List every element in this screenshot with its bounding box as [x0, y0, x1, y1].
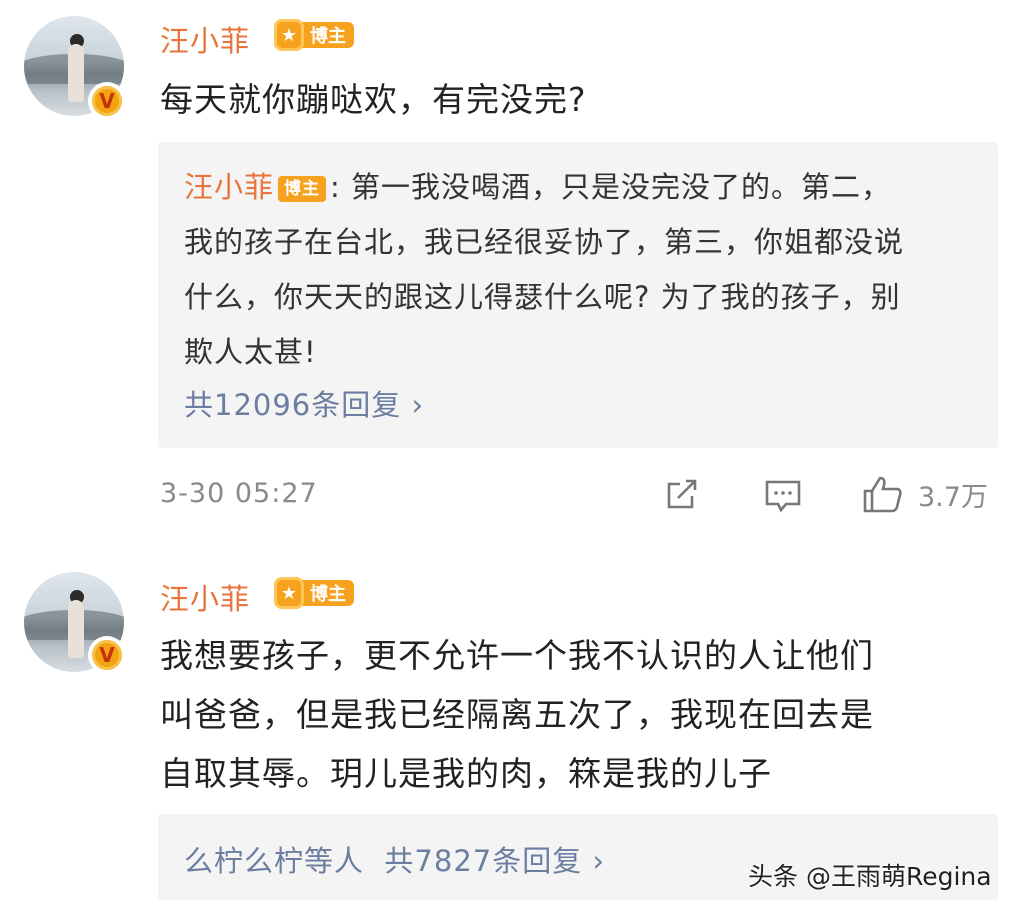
verified-mark: V [92, 640, 122, 670]
comment-line-3: 自取其辱。玥儿是我的肉，箖是我的儿子 [160, 754, 772, 793]
comment-line-1: 我想要孩子，更不允许一个我不认识的人让他们 [160, 636, 874, 675]
verified-badge-icon: V [88, 82, 126, 120]
reply-box[interactable]: 汪小菲 博主: 第一我没喝酒，只是没完没了的。第二， 我的孩子在台北，我已经很妥协… [158, 142, 998, 448]
verified-mark: V [92, 86, 122, 116]
reply-line-1: 第一我没喝酒，只是没完没了的。第二， [351, 170, 892, 204]
share-button[interactable] [664, 476, 700, 512]
username[interactable]: 汪小菲 [160, 18, 250, 60]
medal-icon: ★ [274, 19, 304, 51]
avatar-figure [68, 600, 84, 658]
like-icon [863, 476, 902, 513]
verified-badge-icon: V [88, 636, 126, 674]
reply-separator: : [330, 170, 352, 204]
reply-content: 汪小菲 博主: 第一我没喝酒，只是没完没了的。第二， 我的孩子在台北，我已经很妥协… [184, 160, 964, 380]
comment-button[interactable] [764, 478, 802, 514]
avatar-figure [68, 44, 84, 102]
comment-time: 3-30 05:27 [160, 478, 318, 509]
reply-line-3: 什么，你天天的跟这儿得瑟什么呢? 为了我的孩子，别 [184, 280, 901, 314]
comment-icon [765, 480, 801, 513]
comment-text: 每天就你蹦哒欢，有完没完? [160, 80, 587, 119]
username[interactable]: 汪小菲 [160, 576, 250, 618]
watermark: 头条 @王雨萌Regina [748, 862, 992, 891]
reply-line-4: 欺人太甚! [184, 335, 317, 369]
like-count: 3.7万 [918, 481, 988, 513]
blogger-badge: ★ 博主 [274, 577, 354, 609]
reply-line-2: 我的孩子在台北，我已经很妥协了，第三，你姐都没说 [184, 225, 905, 259]
reply-count-link[interactable]: 共12096条回复 › [184, 382, 424, 424]
share-icon [667, 479, 697, 509]
comment-text: 我想要孩子，更不允许一个我不认识的人让他们 叫爸爸，但是我已经隔离五次了，我现在… [160, 626, 990, 803]
blogger-badge-label: 博主 [300, 580, 354, 606]
like-button[interactable]: 3.7万 [862, 474, 988, 514]
comment-line-2: 叫爸爸，但是我已经隔离五次了，我现在回去是 [160, 695, 874, 734]
blogger-badge-label: 博主 [300, 22, 354, 48]
reply-count-link[interactable]: 么柠么柠等人 共7827条回复 › [184, 838, 605, 880]
medal-icon: ★ [274, 577, 304, 609]
reply-author[interactable]: 汪小菲 [184, 170, 274, 204]
blogger-badge: ★ 博主 [274, 19, 354, 51]
reply-author-badge: 博主 [278, 176, 327, 202]
